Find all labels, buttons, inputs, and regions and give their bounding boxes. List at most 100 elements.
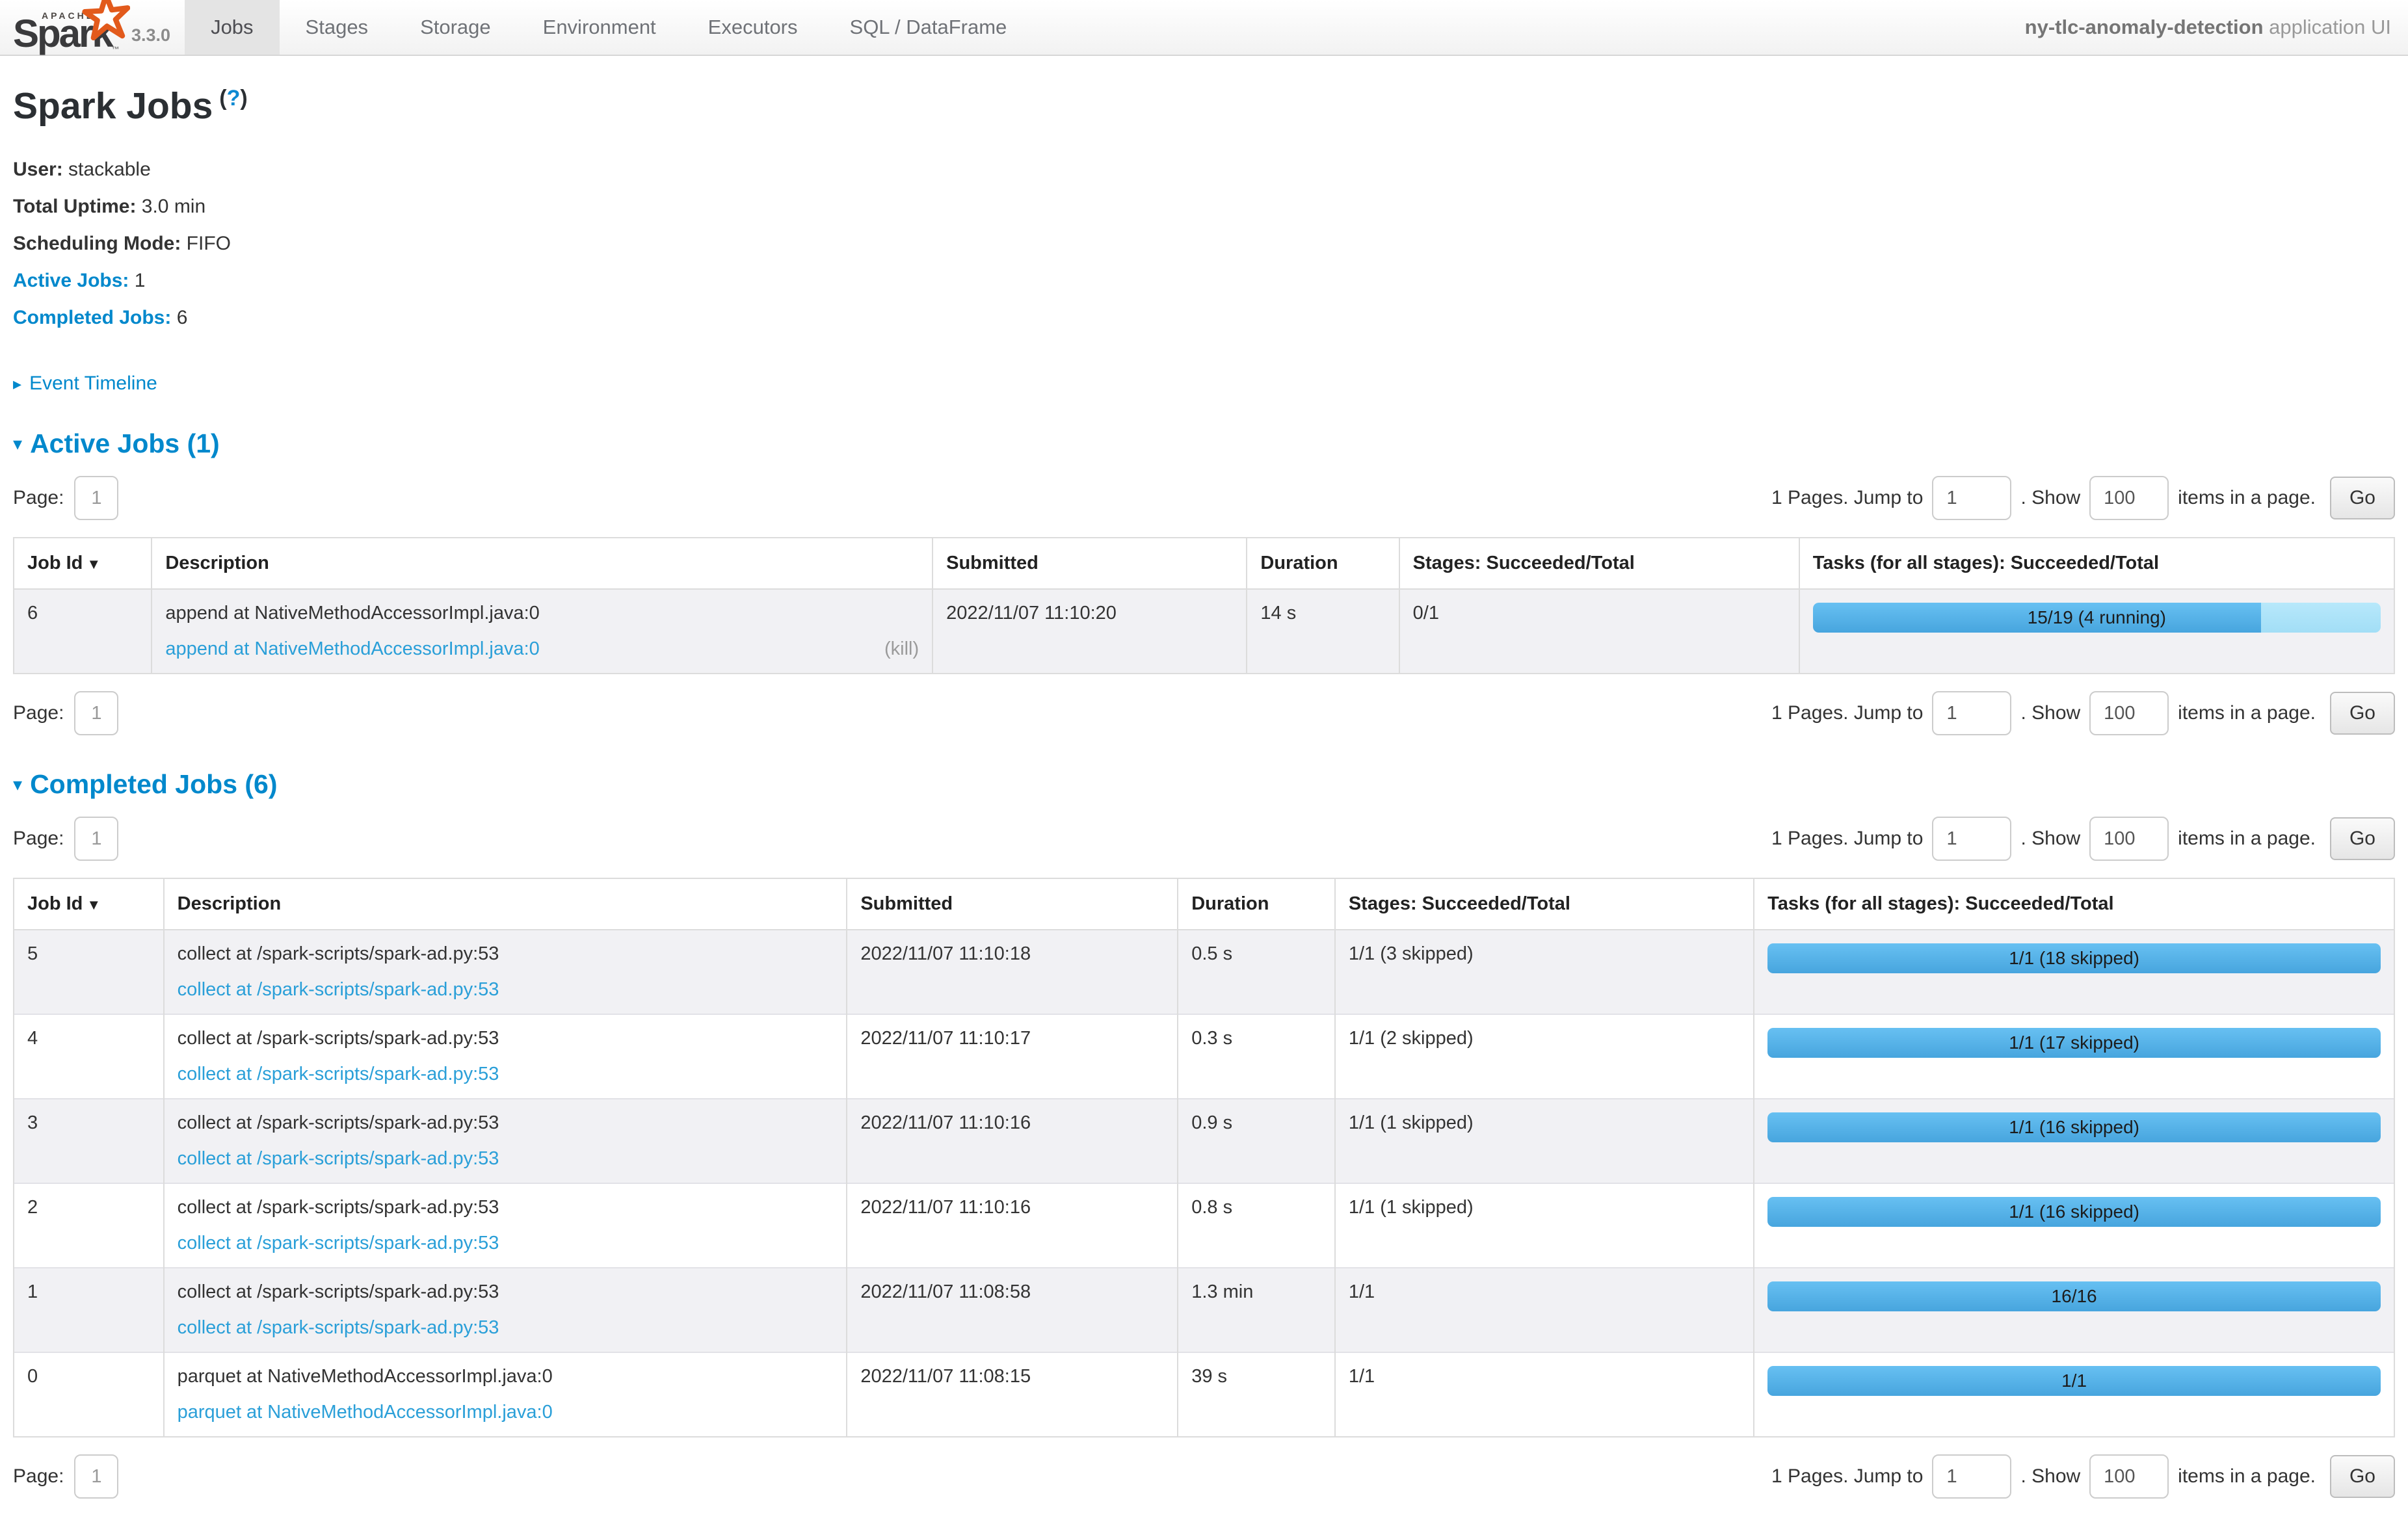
show-text: . Show [2020, 702, 2080, 724]
items-per-page-input[interactable] [2089, 691, 2169, 735]
pages-jump-text: 1 Pages. Jump to [1771, 828, 1923, 850]
column-header-job-id[interactable]: Job Id▼ [14, 878, 164, 930]
tab-jobs[interactable]: Jobs [185, 0, 279, 55]
active-jobs-count: 1 [135, 270, 146, 291]
summary-completed-jobs: Completed Jobs: 6 [13, 304, 2395, 332]
active-jobs-link[interactable]: Active Jobs: [13, 270, 129, 291]
items-text: items in a page. [2178, 828, 2316, 850]
job-detail-link[interactable]: collect at /spark-scripts/spark-ad.py:53 [178, 1233, 499, 1254]
spark-logo[interactable]: APACHE Spark™ [12, 0, 121, 51]
completed-job-row: 3 collect at /spark-scripts/spark-ad.py:… [14, 1099, 2394, 1183]
description-cell: collect at /spark-scripts/spark-ad.py:53… [164, 1183, 847, 1268]
job-description: collect at /spark-scripts/spark-ad.py:53 [178, 1112, 834, 1134]
go-button[interactable]: Go [2330, 477, 2395, 519]
tab-sql-dataframe[interactable]: SQL / DataFrame [824, 0, 1033, 55]
show-text: . Show [2020, 828, 2080, 850]
tasks-progress-bar: 16/16 [1767, 1281, 2381, 1311]
job-detail-link[interactable]: append at NativeMethodAccessorImpl.java:… [165, 638, 539, 660]
job-description: collect at /spark-scripts/spark-ad.py:53 [178, 1028, 834, 1049]
job-detail-link[interactable]: collect at /spark-scripts/spark-ad.py:53 [178, 1148, 499, 1170]
column-header-stages[interactable]: Stages: Succeeded/Total [1399, 538, 1799, 589]
page-title: Spark Jobs(?) [13, 85, 2395, 127]
duration-cell: 39 s [1178, 1352, 1335, 1437]
job-detail-link[interactable]: collect at /spark-scripts/spark-ad.py:53 [178, 1064, 499, 1085]
submitted-cell: 2022/11/07 11:10:18 [847, 930, 1178, 1014]
job-id-cell: 1 [14, 1268, 164, 1352]
help-link[interactable]: (?) [219, 86, 247, 111]
summary-active-jobs: Active Jobs: 1 [13, 267, 2395, 295]
submitted-cell: 2022/11/07 11:08:58 [847, 1268, 1178, 1352]
tab-storage[interactable]: Storage [394, 0, 517, 55]
job-id-cell: 3 [14, 1099, 164, 1183]
tasks-cell: 15/19 (4 running) [1799, 589, 2394, 674]
column-header-stages[interactable]: Stages: Succeeded/Total [1335, 878, 1754, 930]
stages-cell: 1/1 (2 skipped) [1335, 1014, 1754, 1099]
collapsed-arrow-icon: ▸ [13, 374, 21, 394]
completed-job-row: 0 parquet at NativeMethodAccessorImpl.ja… [14, 1352, 2394, 1437]
description-cell: append at NativeMethodAccessorImpl.java:… [152, 589, 933, 674]
completed-job-row: 5 collect at /spark-scripts/spark-ad.py:… [14, 930, 2394, 1014]
job-detail-link[interactable]: parquet at NativeMethodAccessorImpl.java… [178, 1402, 553, 1423]
kill-job-link[interactable]: (kill) [884, 638, 919, 660]
sort-desc-icon: ▼ [86, 556, 101, 572]
column-header-description[interactable]: Description [152, 538, 933, 589]
nav-tabs: Jobs Stages Storage Environment Executor… [185, 0, 1033, 55]
event-timeline-toggle[interactable]: ▸ Event Timeline [13, 373, 157, 395]
column-header-submitted[interactable]: Submitted [847, 878, 1178, 930]
duration-cell: 0.8 s [1178, 1183, 1335, 1268]
tab-environment[interactable]: Environment [517, 0, 682, 55]
jump-to-input[interactable] [1932, 817, 2011, 861]
page-number-input[interactable] [74, 476, 118, 520]
active-jobs-table: Job Id▼ Description Submitted Duration S… [13, 537, 2395, 674]
column-header-tasks[interactable]: Tasks (for all stages): Succeeded/Total [1799, 538, 2394, 589]
tab-executors[interactable]: Executors [682, 0, 824, 55]
items-per-page-input[interactable] [2089, 817, 2169, 861]
job-description: collect at /spark-scripts/spark-ad.py:53 [178, 1281, 834, 1303]
column-header-job-id[interactable]: Job Id▼ [14, 538, 152, 589]
column-header-submitted[interactable]: Submitted [933, 538, 1247, 589]
tasks-progress-bar: 1/1 (16 skipped) [1767, 1112, 2381, 1142]
duration-cell: 0.3 s [1178, 1014, 1335, 1099]
job-description: collect at /spark-scripts/spark-ad.py:53 [178, 1197, 834, 1218]
page-label: Page: [13, 1465, 64, 1488]
active-job-row: 6 append at NativeMethodAccessorImpl.jav… [14, 589, 2394, 674]
pages-jump-text: 1 Pages. Jump to [1771, 1465, 1923, 1488]
summary-uptime: Total Uptime: 3.0 min [13, 193, 2395, 220]
column-header-description[interactable]: Description [164, 878, 847, 930]
go-button[interactable]: Go [2330, 1455, 2395, 1498]
jump-to-input[interactable] [1932, 1454, 2011, 1499]
jump-to-input[interactable] [1932, 691, 2011, 735]
tab-stages[interactable]: Stages [280, 0, 395, 55]
progress-label: 1/1 [1767, 1366, 2381, 1396]
column-header-duration[interactable]: Duration [1247, 538, 1399, 589]
job-description: append at NativeMethodAccessorImpl.java:… [165, 603, 919, 624]
completed-jobs-link[interactable]: Completed Jobs: [13, 307, 171, 328]
completed-jobs-section-header[interactable]: ▾ Completed Jobs (6) [13, 769, 2395, 800]
application-name: ny-tlc-anomaly-detection [2025, 16, 2264, 38]
duration-cell: 0.5 s [1178, 930, 1335, 1014]
jump-to-input[interactable] [1932, 476, 2011, 520]
stages-cell: 1/1 [1335, 1352, 1754, 1437]
column-header-tasks[interactable]: Tasks (for all stages): Succeeded/Total [1754, 878, 2394, 930]
show-text: . Show [2020, 487, 2080, 509]
trademark: ™ [112, 45, 120, 54]
job-detail-link[interactable]: collect at /spark-scripts/spark-ad.py:53 [178, 979, 499, 1001]
description-cell: parquet at NativeMethodAccessorImpl.java… [164, 1352, 847, 1437]
items-per-page-input[interactable] [2089, 476, 2169, 520]
items-text: items in a page. [2178, 487, 2316, 509]
submitted-cell: 2022/11/07 11:10:20 [933, 589, 1247, 674]
items-per-page-input[interactable] [2089, 1454, 2169, 1499]
pages-jump-text: 1 Pages. Jump to [1771, 487, 1923, 509]
active-jobs-section-header[interactable]: ▾ Active Jobs (1) [13, 428, 2395, 459]
go-button[interactable]: Go [2330, 817, 2395, 860]
page-number-input[interactable] [74, 691, 118, 735]
job-id-cell: 4 [14, 1014, 164, 1099]
brand-area: APACHE Spark™ 3.3.0 [0, 0, 185, 55]
page-number-input[interactable] [74, 817, 118, 861]
items-text: items in a page. [2178, 1465, 2316, 1488]
page-number-input[interactable] [74, 1454, 118, 1499]
stages-cell: 1/1 [1335, 1268, 1754, 1352]
column-header-duration[interactable]: Duration [1178, 878, 1335, 930]
job-detail-link[interactable]: collect at /spark-scripts/spark-ad.py:53 [178, 1317, 499, 1339]
go-button[interactable]: Go [2330, 692, 2395, 735]
